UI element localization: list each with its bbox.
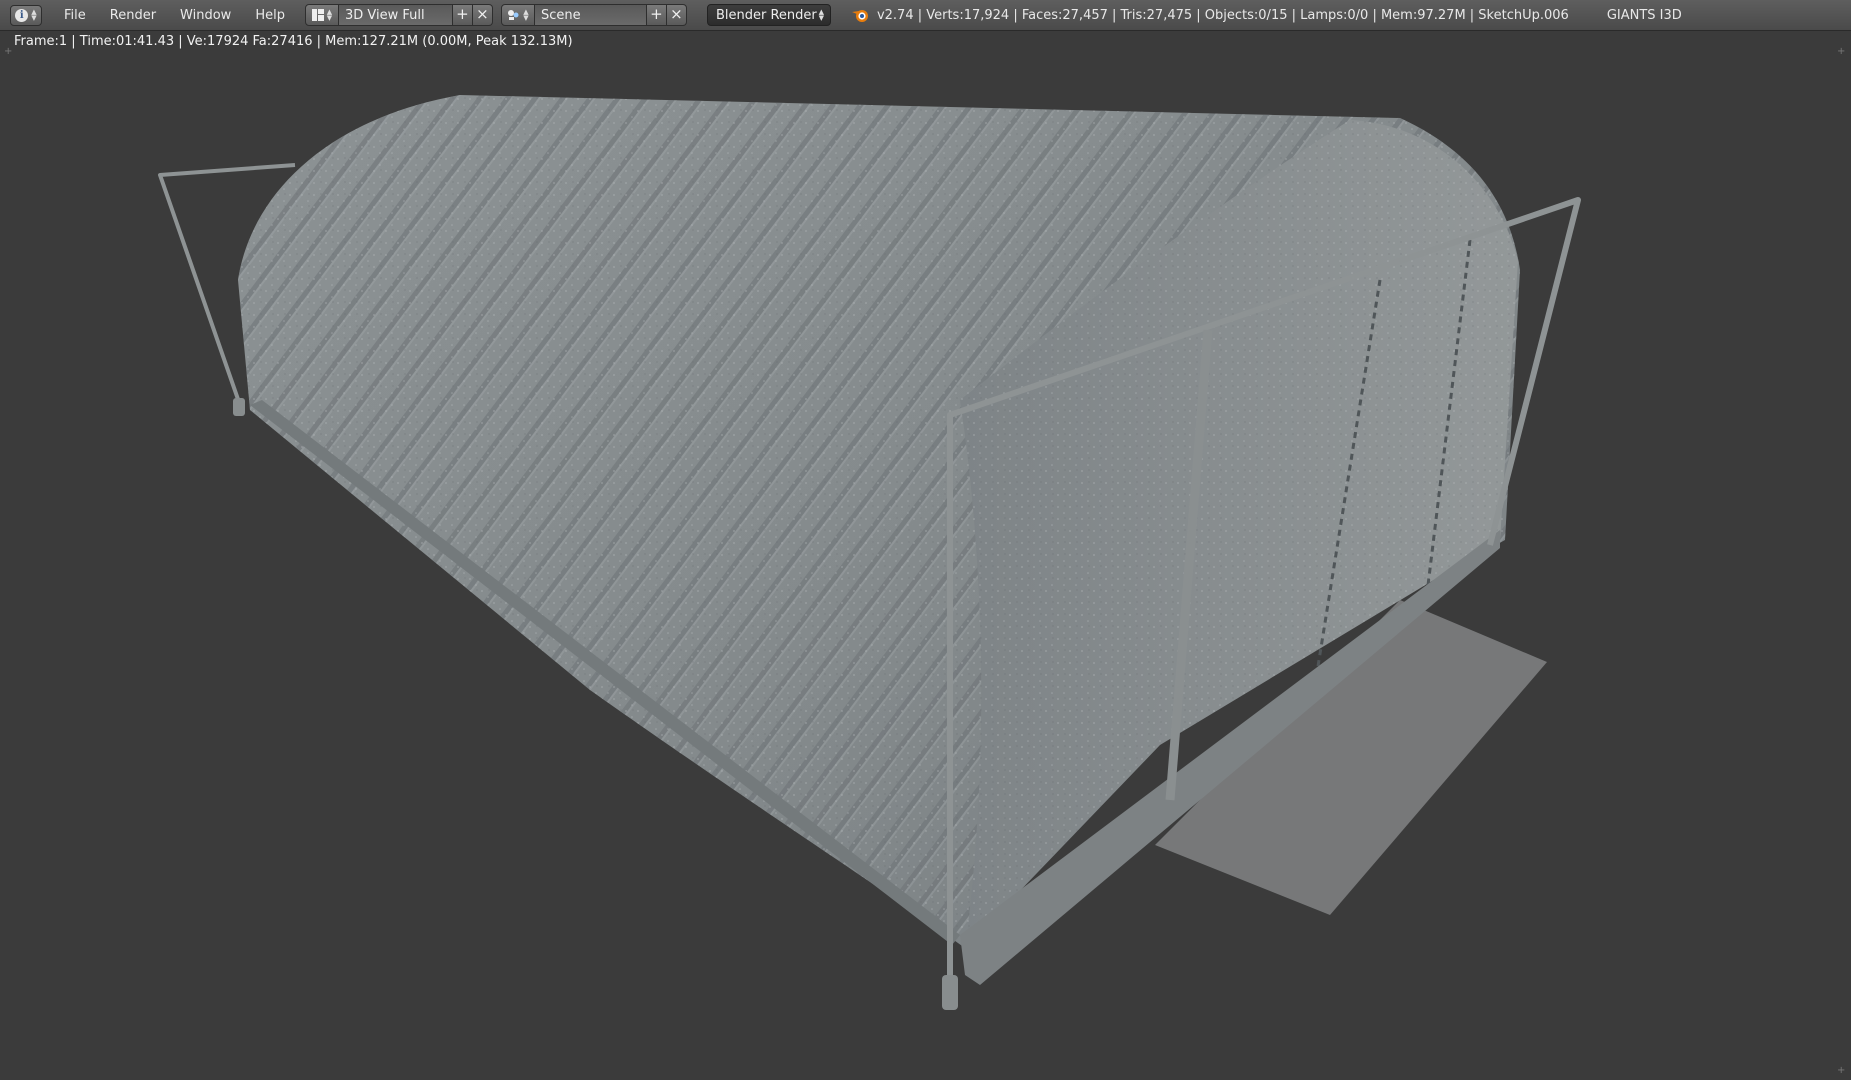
info-header: i ▲ ▼ File Render Window Help ▲ ▼ 3D View … [0,0,1851,31]
quonset-hut-model [158,95,1581,1010]
render-engine-dropdown[interactable]: Blender Render ▲ ▼ [706,4,831,26]
info-icon: i [15,8,29,22]
blender-logo-icon [851,10,868,22]
scene-remove-button[interactable]: × [666,4,687,26]
menu-file[interactable]: File [56,8,98,23]
layout-grid-icon [311,9,324,21]
updown-icon: ▲ ▼ [326,8,333,22]
frame-foot [942,975,958,1010]
area-split-handle[interactable]: + [1837,47,1847,57]
main-menu: File Render Window Help [56,8,297,23]
screen-layout-browse[interactable]: ▲ ▼ [304,4,339,26]
editor-type-selector[interactable]: i ▲ ▼ [10,4,42,26]
screen-layout-remove-button[interactable]: × [472,4,493,26]
3d-viewport[interactable]: Frame:1 | Time:01:41.43 | Ve:17924 Fa:27… [0,31,1851,1080]
scene-statistics: v2.74 | Verts:17,924 | Faces:27,457 | Tr… [876,7,1569,23]
menu-render[interactable]: Render [98,8,168,23]
render-engine-label: Blender Render [715,7,817,23]
scene-name[interactable]: Scene [534,4,647,26]
giants-i3d-label: GIANTS I3D [1606,7,1682,23]
rear-frame-foot [233,398,245,416]
updown-icon: ▲ ▼ [818,8,824,22]
scene-selector: ▲ ▼ Scene + × [500,4,687,26]
screen-layout-add-button[interactable]: + [452,4,473,26]
screen-layout-name[interactable]: 3D View Full [338,4,453,26]
updown-icon: ▲ ▼ [31,8,37,22]
scene-add-button[interactable]: + [646,4,667,26]
area-split-handle[interactable]: + [1837,1066,1847,1076]
scene-icon [508,10,519,20]
scene-browse[interactable]: ▲ ▼ [500,4,535,26]
menu-window[interactable]: Window [168,8,243,23]
updown-icon: ▲ ▼ [523,8,529,22]
screen-layout-selector: ▲ ▼ 3D View Full + × [304,4,493,26]
menu-help[interactable]: Help [243,8,297,23]
area-split-handle[interactable]: + [4,47,14,57]
render-info-overlay: Frame:1 | Time:01:41.43 | Ve:17924 Fa:27… [14,34,573,49]
